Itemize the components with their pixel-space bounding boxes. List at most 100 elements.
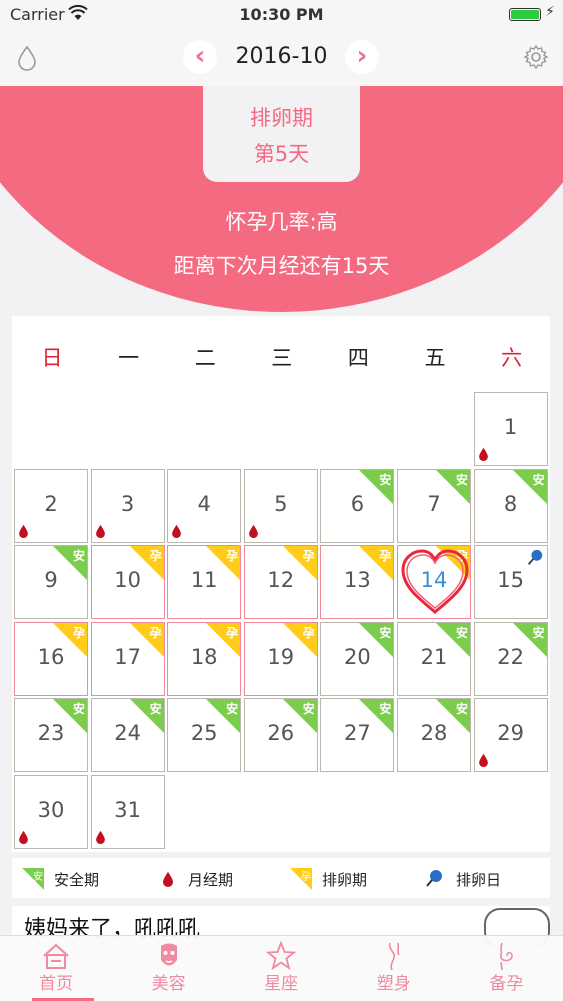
day-number: 17 xyxy=(114,644,141,669)
day-number: 21 xyxy=(420,644,448,669)
tab-label: 星座 xyxy=(264,974,299,994)
tab-pregnancy[interactable]: 备孕 xyxy=(450,936,562,1001)
blood-drop-icon xyxy=(95,830,105,844)
calendar-day[interactable]: 孕 19 xyxy=(243,621,318,696)
day-number: 27 xyxy=(344,721,371,746)
day-number: 5 xyxy=(274,491,288,516)
star-icon xyxy=(265,940,297,971)
status-bar: Carrier 10:30 PM ⚡ xyxy=(0,0,563,30)
calendar-day[interactable]: 孕 16 xyxy=(14,621,88,696)
marker-label: 安 xyxy=(455,625,468,640)
calendar-day[interactable]: 安6 xyxy=(320,468,395,543)
calendar-day[interactable]: 4 xyxy=(167,468,242,543)
tab-home[interactable]: 首页 xyxy=(0,936,112,1001)
day-number: 13 xyxy=(344,568,371,593)
calendar-day[interactable]: 安8 xyxy=(473,468,548,543)
calendar-day[interactable]: 安 25 xyxy=(167,698,242,773)
charging-icon: ⚡ xyxy=(545,4,555,20)
calendar-day[interactable]: 30 xyxy=(14,775,88,849)
previous-month-button[interactable]: ‹ xyxy=(183,40,217,74)
blood-drop-icon xyxy=(172,524,182,538)
calendar-day[interactable]: 安 20 xyxy=(320,621,395,696)
next-month-button[interactable]: › xyxy=(345,40,379,74)
calendar-day[interactable]: 孕 17 xyxy=(90,621,165,696)
gear-icon[interactable] xyxy=(523,44,549,70)
calendar-day[interactable]: 安 23 xyxy=(14,698,88,773)
marker-label: 孕 xyxy=(302,625,315,640)
calendar-day[interactable]: 安9 xyxy=(14,545,88,620)
marker-label: 安 xyxy=(149,702,162,717)
tab-face-mask[interactable]: 美容 xyxy=(113,936,225,1001)
tab-label: 美容 xyxy=(151,974,186,994)
marker-label: 安 xyxy=(455,702,468,717)
calendar-day[interactable]: 安7 xyxy=(397,468,471,543)
calendar-day[interactable]: 1 xyxy=(473,392,548,466)
navigation-bar: ‹ 2016-10 › xyxy=(0,30,563,86)
calendar-grid: 日一二三四五六 1 2 3 4 5 安 6 安 7 安 8 安 9 孕 10 孕 11 孕 12 孕 13 孕 14 15 孕 16… xyxy=(12,316,550,852)
calendar-day[interactable]: 安 24 xyxy=(90,698,165,773)
calendar-day[interactable]: 安 27 xyxy=(320,698,395,773)
calendar-day[interactable]: 2 xyxy=(14,468,88,543)
marker-label: 安 xyxy=(379,625,392,640)
marker-label: 安 xyxy=(379,702,392,717)
blood-drop-icon xyxy=(478,447,488,461)
day-number: 7 xyxy=(427,491,441,516)
marker-label: 孕 xyxy=(149,625,162,640)
cycle-summary: 排卵期 第5天 怀孕几率:高 距离下次月经还有15天 xyxy=(0,86,563,318)
pushpin-icon xyxy=(426,870,442,887)
calendar-day[interactable]: 安 28 xyxy=(397,698,471,773)
calendar-day[interactable]: 孕 12 xyxy=(243,545,318,620)
calendar-day[interactable]: 孕 18 xyxy=(167,621,242,696)
blood-drop-icon xyxy=(248,524,258,538)
tab-star[interactable]: 星座 xyxy=(225,936,337,1001)
day-number: 14 xyxy=(420,568,448,593)
day-number: 29 xyxy=(497,721,524,746)
day-number: 25 xyxy=(190,721,218,746)
day-number: 6 xyxy=(350,491,365,516)
day-number: 22 xyxy=(497,644,524,669)
calendar-day[interactable]: 15 xyxy=(473,545,548,620)
day-number: 30 xyxy=(37,798,65,822)
day-number: 19 xyxy=(267,644,295,669)
phase-name: 排卵期 xyxy=(250,106,313,130)
day-number: 12 xyxy=(267,568,295,593)
marker-label: 孕 xyxy=(226,549,239,564)
calendar-day-today[interactable]: 孕 14 xyxy=(397,545,471,620)
blood-drop-icon xyxy=(478,754,488,768)
marker-label: 孕 xyxy=(302,549,315,564)
calendar-day[interactable]: 安 26 xyxy=(243,698,318,773)
pregnancy-icon xyxy=(500,942,514,971)
weekday-header: 五 xyxy=(424,346,446,370)
calendar-day[interactable]: 安 21 xyxy=(397,621,471,696)
weekday-header: 一 xyxy=(118,346,140,370)
phase-day: 第5天 xyxy=(253,142,310,166)
calendar-day[interactable]: 3 xyxy=(90,468,165,543)
day-number: 10 xyxy=(114,568,141,593)
calendar-day[interactable]: 29 xyxy=(473,698,548,773)
day-number: 8 xyxy=(503,491,518,516)
marker-label: 安 xyxy=(226,702,239,717)
battery-icon xyxy=(509,8,541,21)
marker-label: 孕 xyxy=(72,625,85,640)
pregnancy-chance: 怀孕几率:高 xyxy=(225,210,338,234)
calendar-day[interactable]: 5 xyxy=(243,468,318,543)
day-number: 16 xyxy=(37,644,65,669)
tab-bar: 首页 美容 星座 塑身 备孕 xyxy=(0,935,563,1001)
calendar-day[interactable]: 孕 10 xyxy=(90,545,165,620)
water-drop-icon[interactable] xyxy=(16,44,38,72)
body-shape-icon xyxy=(388,942,400,971)
calendar-day[interactable]: 孕 11 xyxy=(167,545,242,620)
home-icon xyxy=(43,943,69,969)
marker-label: 安 xyxy=(532,472,545,487)
calendar-day[interactable]: 31 xyxy=(90,775,165,849)
next-period-countdown: 距离下次月经还有15天 xyxy=(173,254,390,278)
calendar-day[interactable]: 安 22 xyxy=(473,621,548,696)
day-number: 11 xyxy=(190,568,218,593)
day-number: 9 xyxy=(44,568,58,593)
tab-body-shape[interactable]: 塑身 xyxy=(338,936,450,1001)
calendar-day[interactable]: 孕 13 xyxy=(320,545,395,620)
marker-label: 安 xyxy=(72,549,85,564)
day-number: 24 xyxy=(114,721,141,746)
blood-drop-icon xyxy=(19,524,28,538)
tab-label: 备孕 xyxy=(489,974,524,994)
